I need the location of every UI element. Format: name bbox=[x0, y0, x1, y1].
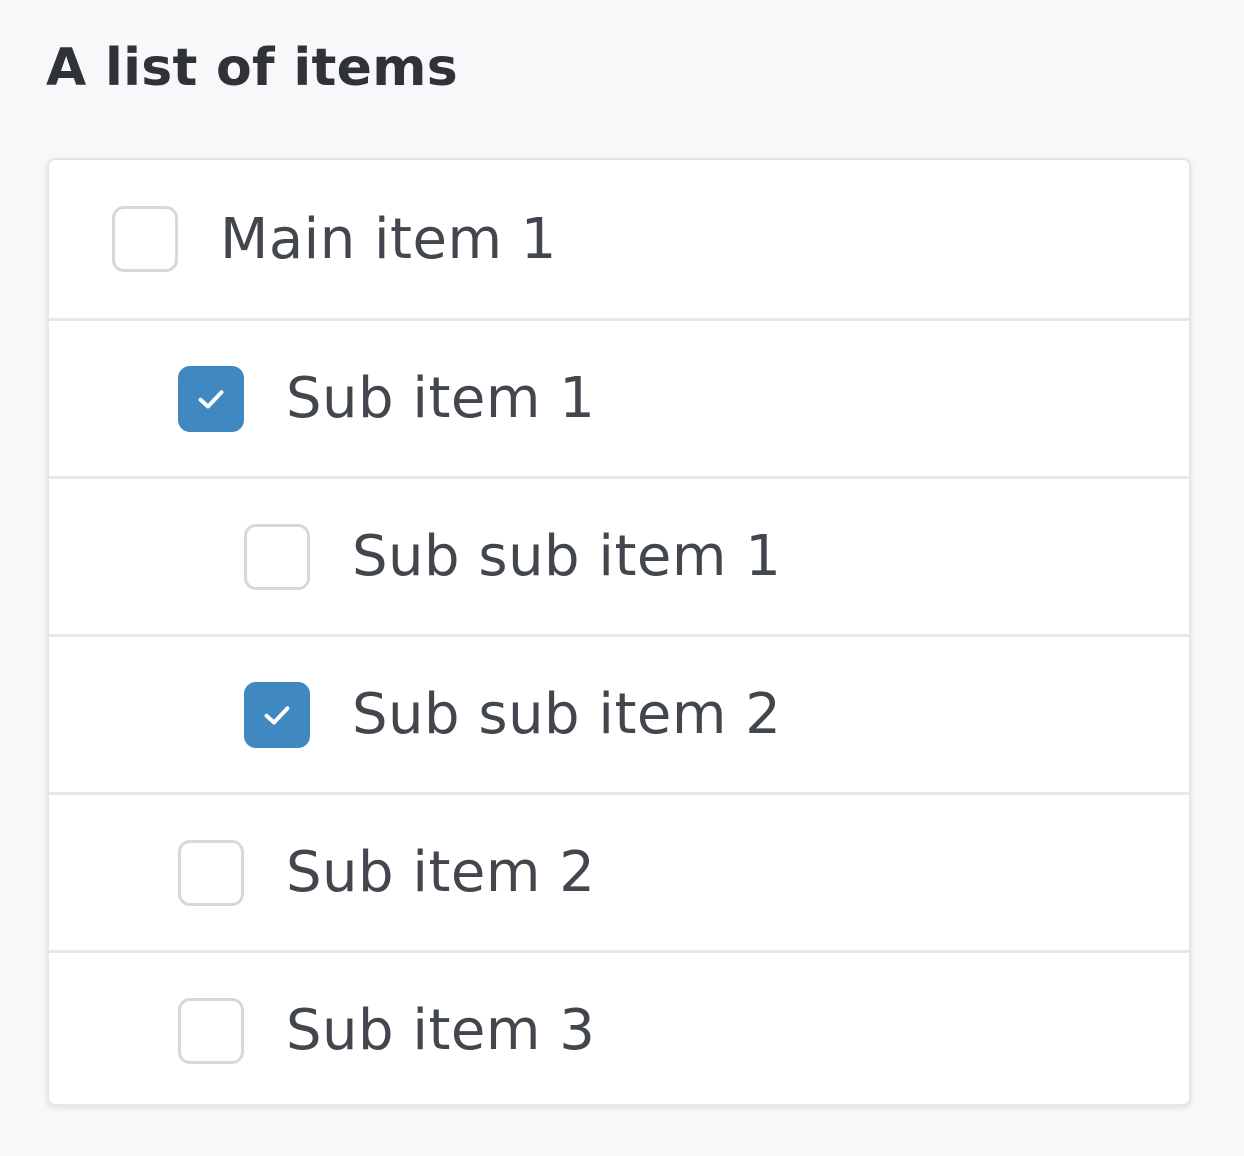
item-list: Main item 1 Sub item 1 Sub sub item 1 Su… bbox=[47, 158, 1191, 1106]
checkbox-sub-item-1[interactable] bbox=[178, 365, 244, 432]
list-item-label: Sub item 1 bbox=[286, 366, 596, 431]
checkbox-sub-item-2[interactable] bbox=[178, 839, 244, 906]
checkbox-main-item-1[interactable] bbox=[112, 206, 178, 272]
list-item-main-item-1[interactable]: Main item 1 bbox=[49, 160, 1189, 318]
list-item-label: Sub item 2 bbox=[286, 840, 596, 905]
list-item-label: Sub sub item 1 bbox=[352, 524, 782, 589]
list-item-sub-item-2[interactable]: Sub item 2 bbox=[49, 792, 1189, 950]
list-item-sub-item-3[interactable]: Sub item 3 bbox=[49, 950, 1189, 1104]
checkbox-sub-item-3[interactable] bbox=[178, 997, 244, 1064]
list-item-sub-sub-item-2[interactable]: Sub sub item 2 bbox=[49, 634, 1189, 792]
list-item-label: Sub item 3 bbox=[286, 998, 596, 1063]
checkbox-sub-sub-item-1[interactable] bbox=[244, 523, 310, 590]
checkmark-icon bbox=[198, 389, 224, 408]
list-item-sub-item-1[interactable]: Sub item 1 bbox=[49, 318, 1189, 476]
checkbox-sub-sub-item-2[interactable] bbox=[244, 681, 310, 748]
page-title: A list of items bbox=[46, 38, 458, 98]
list-item-sub-sub-item-1[interactable]: Sub sub item 1 bbox=[49, 476, 1189, 634]
list-item-label: Main item 1 bbox=[220, 206, 557, 272]
checkmark-icon bbox=[264, 705, 290, 724]
list-item-label: Sub sub item 2 bbox=[352, 682, 782, 747]
